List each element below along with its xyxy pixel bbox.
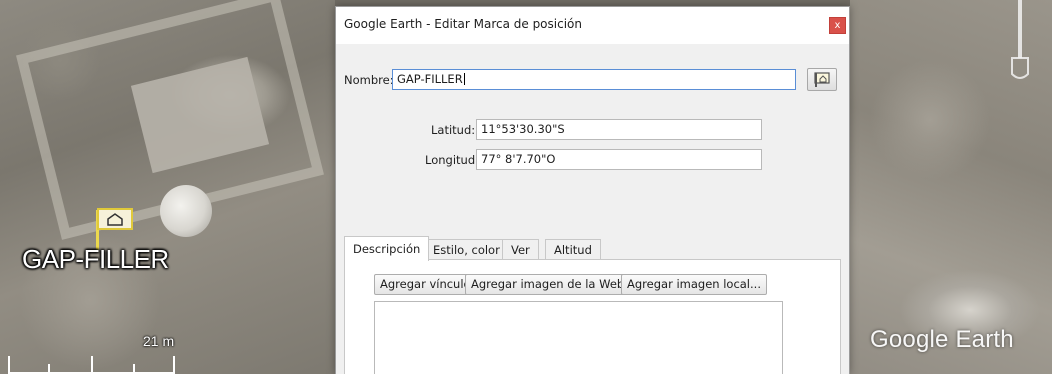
- add-web-image-button[interactable]: Agregar imagen de la Web...: [465, 274, 642, 295]
- longitude-field[interactable]: 77° 8'7.70"O: [476, 149, 762, 170]
- tower-marker-icon: [1011, 0, 1029, 79]
- add-local-image-button[interactable]: Agregar imagen local...: [621, 274, 767, 295]
- placemark-icon: [814, 71, 830, 87]
- scale-label: 21 m: [143, 333, 175, 349]
- tab-descripcion[interactable]: Descripción: [344, 236, 430, 261]
- add-link-button[interactable]: Agregar vínculo: [374, 274, 477, 295]
- water-tank: [160, 185, 212, 237]
- description-textarea[interactable]: [374, 301, 783, 374]
- satellite-view-left[interactable]: GAP-FILLER 21 m: [0, 0, 335, 374]
- placemark-icon[interactable]: [97, 208, 133, 230]
- name-label: Nombre:: [344, 73, 394, 87]
- google-earth-watermark: Google Earth: [870, 326, 1014, 353]
- description-panel: Agregar vínculo Agregar imagen de la Web…: [344, 259, 841, 374]
- placemark-label[interactable]: GAP-FILLER: [22, 244, 169, 275]
- tab-altitud[interactable]: Altitud: [545, 239, 601, 260]
- close-button[interactable]: x: [829, 17, 846, 34]
- placemark-icon-button[interactable]: [807, 68, 837, 91]
- tab-ver[interactable]: Ver: [502, 239, 539, 260]
- edit-placemark-dialog: Google Earth - Editar Marca de posición …: [335, 6, 850, 374]
- name-field[interactable]: GAP-FILLER: [392, 69, 796, 90]
- latitude-field[interactable]: 11°53'30.30"S: [476, 119, 762, 140]
- name-field-value: GAP-FILLER: [397, 72, 463, 86]
- scale-bar: [8, 356, 175, 374]
- longitude-label: Longitud:: [425, 153, 479, 167]
- dialog-title: Google Earth - Editar Marca de posición: [344, 17, 582, 31]
- latitude-label: Latitud:: [431, 123, 476, 137]
- tab-estilo-color[interactable]: Estilo, color: [424, 239, 509, 260]
- dialog-body: Nombre: GAP-FILLER Latitud: 11°53'30.30"…: [336, 45, 849, 374]
- dialog-titlebar[interactable]: Google Earth - Editar Marca de posición …: [336, 7, 849, 45]
